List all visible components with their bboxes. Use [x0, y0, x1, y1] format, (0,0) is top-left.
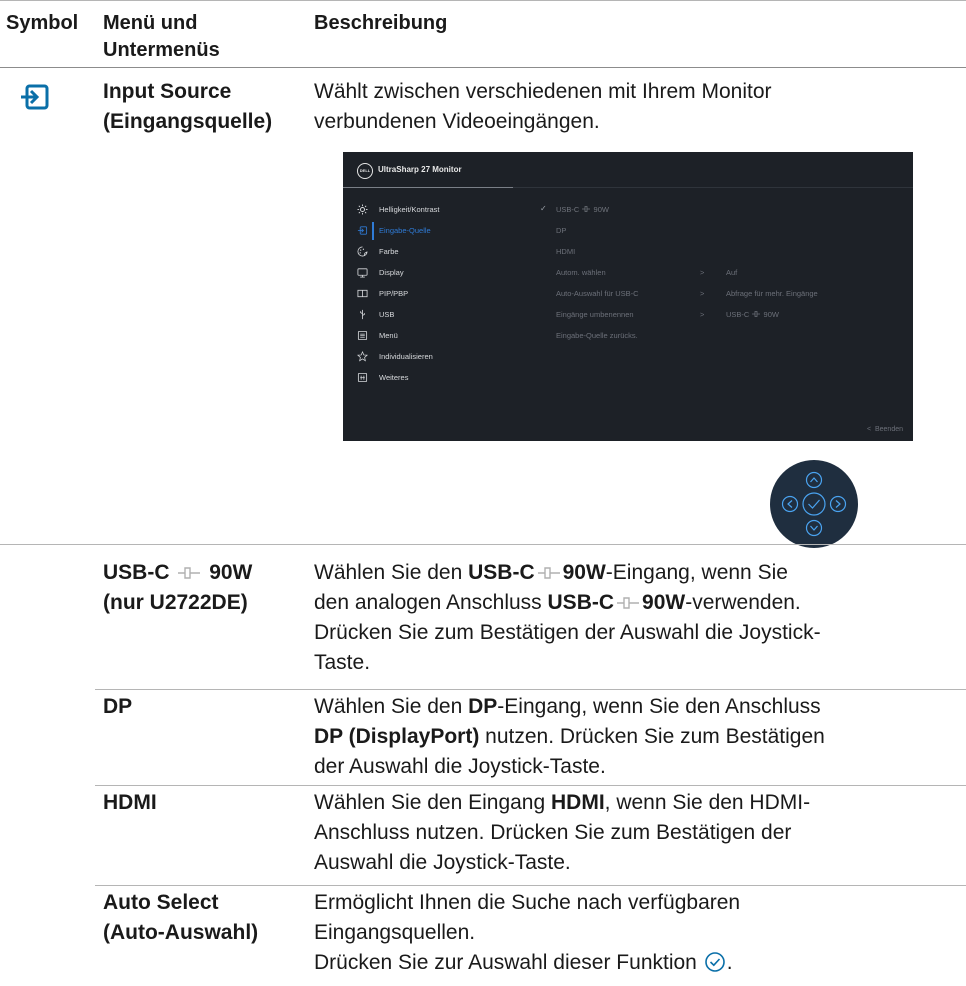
table-top-rule [0, 0, 966, 1]
osd-menu-label: Weiteres [379, 373, 409, 382]
osd-menu-item-pip[interactable]: PIP/PBP [343, 284, 513, 304]
osd-menu-item-others[interactable]: Weiteres [343, 368, 513, 388]
osd-header: DELL UltraSharp 27 Monitor [343, 152, 913, 187]
header-description: Beschreibung [314, 12, 448, 34]
power-delivery-icon [537, 567, 560, 579]
header-symbol: Symbol [6, 12, 79, 34]
osd-sub-hdmi[interactable]: HDMI [556, 247, 575, 256]
osd-sub-reset[interactable]: Eingabe-Quelle zurücks. [556, 331, 638, 340]
osd-menu-item-brightness[interactable]: Helligkeit/Kontrast [343, 200, 513, 220]
pip-icon [357, 289, 368, 298]
power-delivery-icon [752, 311, 761, 317]
osd-menu-label: Individualisieren [379, 352, 433, 361]
star-icon [357, 351, 368, 362]
auto-select-description: Ermöglicht Ihnen die Suche nach verfügba… [314, 891, 741, 974]
osd-menu-item-display[interactable]: Display [343, 263, 513, 283]
dell-logo: DELL [357, 163, 373, 179]
osd-sub-auto-select-value: Auf [726, 268, 738, 277]
osd-menu-label: PIP/PBP [379, 289, 409, 298]
input-icon [357, 226, 368, 235]
osd-menu-label: USB [379, 310, 395, 319]
chevron-right-icon: > [700, 289, 705, 298]
osd-sub-auto-usbc[interactable]: Auto-Auswahl für USB-C [556, 289, 639, 298]
row-divider [95, 885, 966, 886]
osd-menu-label: Farbe [379, 247, 399, 256]
osd-sub-auto-select[interactable]: Autom. wählen [556, 268, 606, 277]
osd-menu-item-color[interactable]: Farbe [343, 242, 513, 262]
usbc-title: USB-C 90W (nur U2722DE) [103, 561, 253, 614]
check-circle-icon [704, 952, 725, 972]
osd-menu-label: Menü [379, 331, 398, 340]
osd-title: UltraSharp 27 Monitor [378, 165, 462, 174]
osd-menu-item-menu[interactable]: Menü [343, 326, 513, 346]
power-delivery-icon [582, 206, 591, 212]
osd-sub-rename-value: USB-C 90W [726, 310, 779, 319]
osd-divider [343, 187, 513, 188]
osd-menu-item-usb[interactable]: USB [343, 305, 513, 325]
osd-menu-item-personalize[interactable]: Individualisieren [343, 347, 513, 367]
display-icon [357, 268, 368, 278]
brightness-icon [357, 204, 368, 215]
input-source-description: Wählt zwischen verschiedenen mit Ihrem M… [314, 80, 772, 133]
osd-divider-right [513, 187, 913, 188]
osd-exit-button[interactable]: < Beenden [867, 426, 903, 433]
row-divider [0, 544, 966, 545]
auto-select-title: Auto Select (Auto-Auswahl) [103, 891, 259, 944]
osd-menu-label: Helligkeit/Kontrast [379, 205, 440, 214]
input-source-icon [18, 80, 54, 116]
usbc-description: Wählen Sie den USB-C 90W-Eingang, wenn Si… [314, 561, 821, 674]
osd-sub-auto-usbc-value: Abfrage für mehr. Eingänge [726, 289, 818, 298]
osd-sub-dp[interactable]: DP [556, 226, 566, 235]
osd-sub-rename[interactable]: Eingänge umbenennen [556, 310, 634, 319]
joystick-graphic [770, 460, 858, 548]
power-delivery-icon [617, 597, 640, 609]
header-menu: Menü und Untermenüs [103, 12, 220, 61]
osd-sub-usbc[interactable]: USB-C 90W [556, 205, 609, 214]
dp-description: Wählen Sie den DP-Eingang, wenn Sie den … [314, 695, 825, 778]
row-divider [95, 689, 966, 690]
osd-menu-label: Eingabe-Quelle [379, 226, 431, 235]
osd-menu-screenshot: DELL UltraSharp 27 Monitor Helligkeit/Ko… [343, 152, 913, 441]
osd-menu-item-input[interactable]: Eingabe-Quelle [343, 221, 513, 241]
dp-title: DP [103, 695, 133, 718]
osd-menu-label: Display [379, 268, 404, 277]
menu-icon [357, 330, 368, 341]
chevron-right-icon: > [700, 268, 705, 277]
selected-check-icon: ✓ [540, 204, 547, 213]
header-bottom-rule [0, 67, 966, 68]
hdmi-title: HDMI [103, 791, 157, 814]
row-divider [95, 785, 966, 786]
usb-icon [360, 309, 365, 320]
color-icon [357, 246, 368, 257]
chevron-right-icon: > [700, 310, 705, 319]
info-icon [357, 372, 368, 383]
input-source-title: Input Source (Eingangsquelle) [103, 80, 273, 133]
power-delivery-icon [178, 567, 201, 579]
hdmi-description: Wählen Sie den Eingang HDMI, wenn Sie de… [314, 791, 811, 874]
